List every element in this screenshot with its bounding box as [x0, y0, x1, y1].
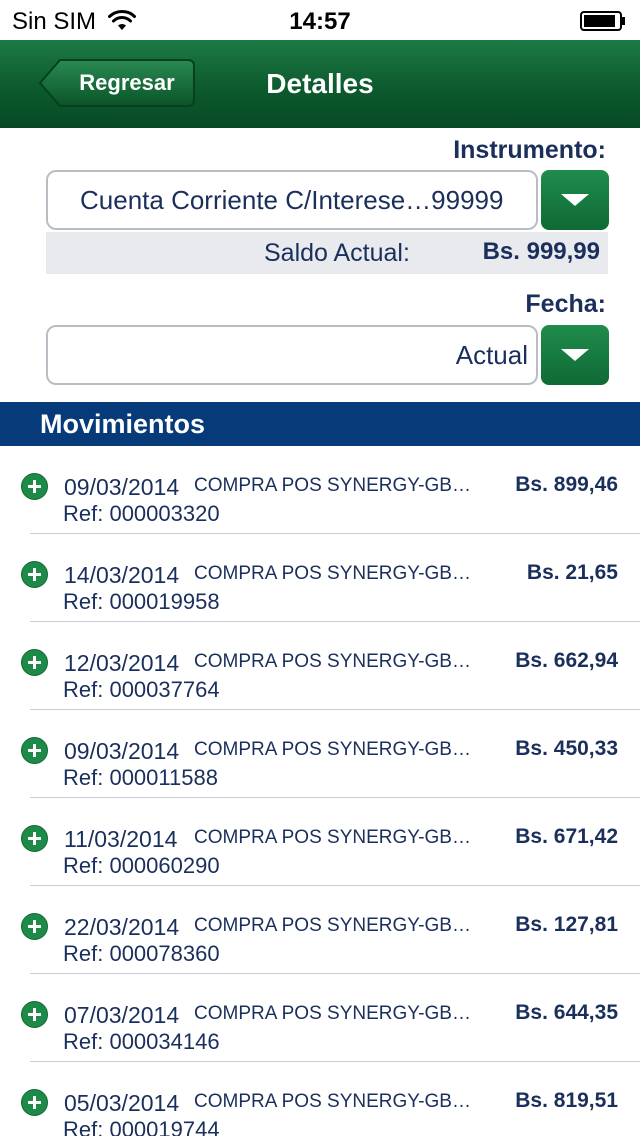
list-item[interactable]: 14/03/2014 COMPRA POS SYNERGY-GB… Bs. 21…	[0, 534, 640, 622]
movement-date: 07/03/2014	[64, 1002, 180, 1028]
movement-date: 05/03/2014	[64, 1090, 180, 1116]
movements-list: 09/03/2014 COMPRA POS SYNERGY-GB… Bs. 89…	[0, 446, 640, 1136]
date-dropdown-button[interactable]	[541, 325, 609, 385]
movement-date: 22/03/2014	[64, 914, 180, 940]
balance-label: Saldo Actual:	[264, 239, 410, 267]
movement-ref: Ref: 000011588	[63, 765, 218, 790]
movement-ref: Ref: 000034146	[63, 1029, 220, 1054]
movement-amount: Bs. 671,42	[515, 825, 618, 848]
instrument-dropdown-button[interactable]	[541, 170, 609, 230]
movement-amount: Bs. 662,94	[515, 649, 618, 672]
plus-circle-icon[interactable]	[21, 561, 48, 588]
movement-description: COMPRA POS SYNERGY-GB…	[194, 1003, 471, 1024]
movement-ref: Ref: 000019958	[63, 589, 220, 614]
dropdown-arrow-icon	[561, 349, 589, 361]
balance-value: Bs. 999,99	[482, 238, 600, 265]
movement-amount: Bs. 899,46	[515, 473, 618, 496]
list-item[interactable]: 09/03/2014 COMPRA POS SYNERGY-GB… Bs. 89…	[0, 446, 640, 534]
movement-date: 09/03/2014	[64, 474, 180, 500]
movements-header: Movimientos	[0, 402, 640, 446]
list-item[interactable]: 11/03/2014 COMPRA POS SYNERGY-GB… Bs. 67…	[0, 798, 640, 886]
movement-date: 12/03/2014	[64, 650, 180, 676]
plus-circle-icon[interactable]	[21, 913, 48, 940]
date-label: Fecha:	[525, 290, 606, 318]
back-button-label: Regresar	[79, 70, 175, 95]
status-bar: Sin SIM 14:57	[0, 0, 640, 40]
plus-circle-icon[interactable]	[21, 1001, 48, 1028]
battery-icon	[580, 11, 625, 31]
plus-circle-icon[interactable]	[21, 825, 48, 852]
list-item[interactable]: 22/03/2014 COMPRA POS SYNERGY-GB… Bs. 12…	[0, 886, 640, 974]
movement-ref: Ref: 000019744	[63, 1117, 220, 1136]
dropdown-arrow-icon	[561, 194, 589, 206]
list-item[interactable]: 12/03/2014 COMPRA POS SYNERGY-GB… Bs. 66…	[0, 622, 640, 710]
date-select[interactable]: Actual	[46, 325, 538, 385]
plus-circle-icon[interactable]	[21, 1089, 48, 1116]
movements-title: Movimientos	[40, 409, 206, 439]
movement-ref: Ref: 000037764	[63, 677, 220, 702]
movement-description: COMPRA POS SYNERGY-GB…	[194, 739, 471, 760]
movement-amount: Bs. 819,51	[515, 1089, 618, 1112]
movement-date: 11/03/2014	[64, 826, 178, 852]
movement-description: COMPRA POS SYNERGY-GB…	[194, 915, 471, 936]
list-item[interactable]: 07/03/2014 COMPRA POS SYNERGY-GB… Bs. 64…	[0, 974, 640, 1062]
movement-date: 09/03/2014	[64, 738, 180, 764]
plus-circle-icon[interactable]	[21, 473, 48, 500]
movement-description: COMPRA POS SYNERGY-GB…	[194, 1091, 471, 1112]
list-item[interactable]: 09/03/2014 COMPRA POS SYNERGY-GB… Bs. 45…	[0, 710, 640, 798]
plus-circle-icon[interactable]	[21, 737, 48, 764]
movement-description: COMPRA POS SYNERGY-GB…	[194, 563, 471, 584]
list-item[interactable]: 05/03/2014 COMPRA POS SYNERGY-GB… Bs. 81…	[0, 1062, 640, 1136]
clock: 14:57	[289, 8, 351, 35]
instrument-select[interactable]: Cuenta Corriente C/Interese…99999	[46, 170, 538, 230]
movement-ref: Ref: 000078360	[63, 941, 220, 966]
navigation-bar: Detalles Regresar	[0, 40, 640, 128]
movement-ref: Ref: 000003320	[63, 501, 220, 526]
back-button[interactable]: Regresar	[38, 58, 196, 108]
movement-amount: Bs. 127,81	[515, 913, 618, 936]
balance-row: Saldo Actual: Bs. 999,99	[46, 232, 608, 274]
movement-amount: Bs. 450,33	[515, 737, 618, 760]
plus-circle-icon[interactable]	[21, 649, 48, 676]
movement-date: 14/03/2014	[64, 562, 180, 588]
movement-ref: Ref: 000060290	[63, 853, 220, 878]
movement-description: COMPRA POS SYNERGY-GB…	[194, 827, 471, 848]
movement-description: COMPRA POS SYNERGY-GB…	[194, 475, 471, 496]
movement-amount: Bs. 644,35	[515, 1001, 618, 1024]
movement-amount: Bs. 21,65	[526, 561, 618, 584]
movement-description: COMPRA POS SYNERGY-GB…	[194, 651, 471, 672]
instrument-label: Instrumento:	[453, 136, 606, 164]
